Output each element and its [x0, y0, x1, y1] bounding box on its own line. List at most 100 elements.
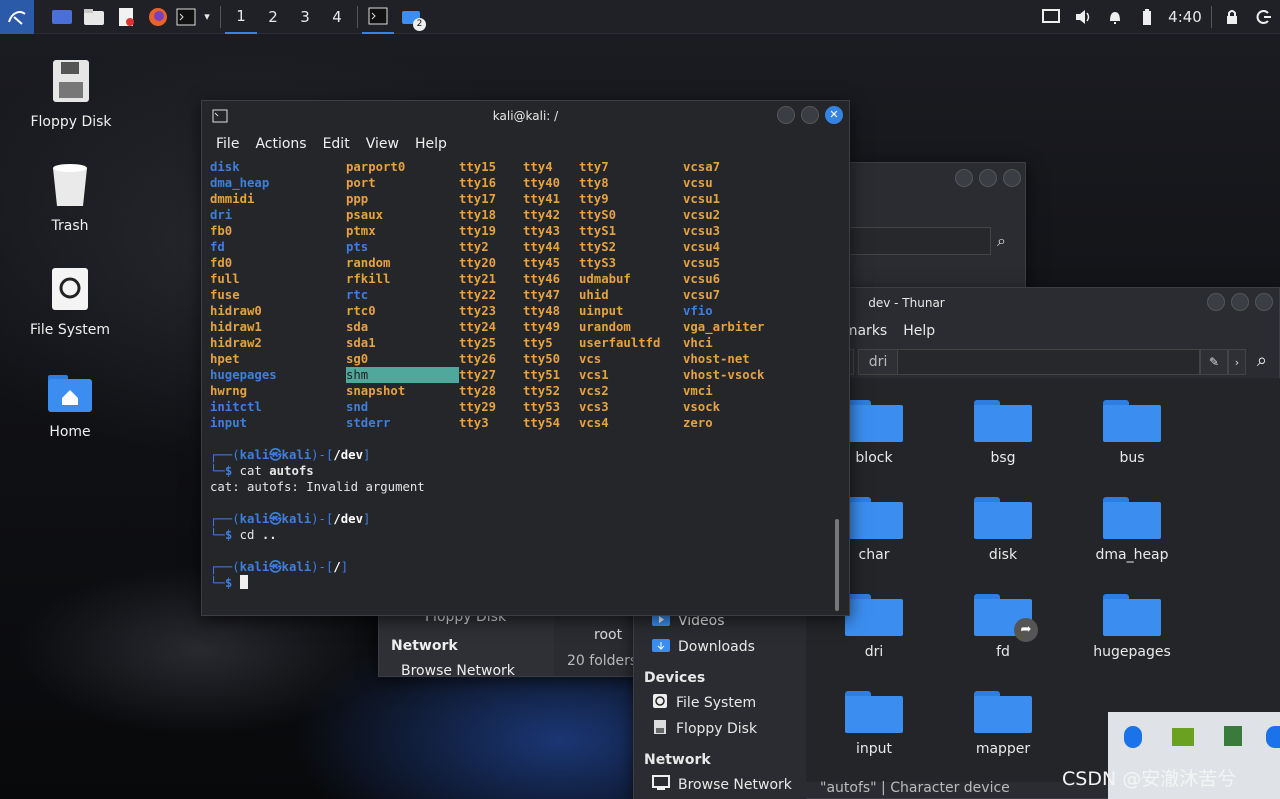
folder-bus[interactable]: bus [1077, 400, 1187, 466]
desktop-file-system[interactable]: File System [15, 266, 125, 338]
sidebar-item-browse-network[interactable]: Browse Network [634, 772, 806, 798]
clock[interactable]: 4:40 [1163, 0, 1207, 34]
ls-entry: vga_arbiter [683, 320, 765, 334]
kali-menu-icon[interactable] [0, 0, 34, 34]
folder-dma-heap[interactable]: dma_heap [1077, 497, 1187, 563]
command-line: └─$ cat autofs [210, 464, 314, 478]
ls-entry: vcsu5 [683, 256, 721, 270]
menu-help[interactable]: Help [407, 136, 455, 152]
background-item-root[interactable]: root [594, 627, 622, 643]
maximize-button[interactable] [1231, 293, 1249, 311]
terminal-window[interactable]: kali@kali: / ✕ File Actions Edit View He… [201, 100, 850, 616]
chevron-down-icon[interactable]: ▾ [198, 0, 216, 34]
ls-entry: tty41 [523, 192, 561, 206]
folder-icon: ➦ [974, 594, 1038, 642]
workspace-1[interactable]: 1 [225, 0, 257, 34]
ls-entry: tty16 [459, 176, 497, 190]
ls-entry: tty15 [459, 160, 497, 174]
menu-edit[interactable]: Edit [315, 136, 358, 152]
volume-icon[interactable] [1067, 0, 1099, 34]
ls-entry: rtc0 [346, 304, 376, 318]
background-sidebar-browse-network[interactable]: Browse Network [401, 663, 515, 679]
workspace-2[interactable]: 2 [257, 0, 289, 34]
file-manager-icon[interactable] [78, 0, 110, 34]
minimize-button[interactable] [1207, 293, 1225, 311]
ls-entry: tty3 [459, 416, 489, 430]
display-icon[interactable] [1035, 0, 1067, 34]
close-button[interactable] [1003, 169, 1021, 187]
search-icon[interactable]: ⌕ [1257, 350, 1267, 371]
app-tray-icon[interactable] [1266, 726, 1280, 748]
chevron-right-icon[interactable]: › [1228, 349, 1246, 375]
menu-file[interactable]: File [208, 136, 247, 152]
bluetooth-icon[interactable] [1124, 726, 1142, 748]
menu-actions[interactable]: Actions [247, 136, 314, 152]
sync-icon[interactable] [1224, 726, 1242, 746]
ls-entry: uhid [579, 288, 609, 302]
folder-hugepages[interactable]: hugepages [1077, 594, 1187, 660]
show-desktop-icon[interactable] [46, 0, 78, 34]
desktop-icon-label: Floppy Disk [30, 114, 112, 130]
close-button[interactable] [1255, 293, 1273, 311]
workspace-3[interactable]: 3 [289, 0, 321, 34]
sidebar-item-label: Browse Network [678, 777, 792, 793]
menu-view[interactable]: View [358, 136, 407, 152]
maximize-button[interactable] [979, 169, 997, 187]
ls-entry: vcsa7 [683, 160, 721, 174]
text-editor-icon[interactable] [110, 0, 142, 34]
ls-entry: vmci [683, 384, 713, 398]
prompt-line: ┌──(kali㉿kali)-[/dev] [210, 512, 371, 526]
terminal-menubar: File Actions Edit View Help [202, 131, 849, 157]
floppy-disk-icon [652, 719, 668, 739]
sidebar-devices-heading: Devices [644, 670, 706, 686]
nvidia-icon[interactable] [1172, 728, 1194, 746]
terminal-scrollbar[interactable] [835, 519, 839, 611]
folder-input[interactable]: input [819, 691, 929, 757]
terminal-output[interactable]: disk parport0 tty15 tty4 tty7 vcsa7 dma_heap po… [210, 159, 830, 609]
ls-entry: tty26 [459, 352, 497, 366]
close-button[interactable]: ✕ [825, 106, 843, 124]
folder-bsg[interactable]: bsg [948, 400, 1058, 466]
ls-entry: input [210, 416, 248, 430]
battery-icon[interactable] [1131, 0, 1163, 34]
window-count-badge: 2 [413, 17, 426, 31]
breadcrumb: dev dri ✎ › [806, 346, 1246, 378]
menu-help[interactable]: Help [903, 323, 935, 339]
terminal-titlebar[interactable]: kali@kali: / ✕ [202, 101, 849, 131]
minimize-button[interactable] [777, 106, 795, 124]
ls-entry: fd0 [210, 256, 233, 270]
folder-disk[interactable]: disk [948, 497, 1058, 563]
ls-entry: snd [346, 400, 369, 414]
ls-entry: rtc [346, 288, 369, 302]
folder-fd[interactable]: ➦ fd [948, 594, 1058, 660]
desktop-floppy-disk[interactable]: Floppy Disk [16, 58, 126, 130]
workspace-4[interactable]: 4 [321, 0, 353, 34]
ls-entry: vhost-vsock [683, 368, 765, 382]
maximize-button[interactable] [801, 106, 819, 124]
taskbar-thunar-icon[interactable]: 2 [394, 0, 430, 34]
minimize-button[interactable] [955, 169, 973, 187]
ls-entry: tty20 [459, 256, 497, 270]
logout-icon[interactable] [1248, 0, 1280, 34]
terminal-launcher-icon[interactable] [174, 0, 198, 34]
search-icon[interactable]: ⌕ [997, 231, 1006, 251]
desktop-home[interactable]: Home [15, 374, 125, 440]
lock-icon[interactable] [1216, 0, 1248, 34]
folder-icon [845, 497, 903, 539]
firefox-icon[interactable] [142, 0, 174, 34]
breadcrumb-dri[interactable]: dri [857, 349, 899, 375]
taskbar-terminal-icon[interactable] [362, 0, 394, 34]
sidebar-item-downloads[interactable]: Downloads [634, 634, 806, 660]
notification-bell-icon[interactable] [1099, 0, 1131, 34]
folder-mapper[interactable]: mapper [948, 691, 1058, 757]
sidebar-item-floppy-disk[interactable]: Floppy Disk [634, 716, 806, 742]
ls-entry: vcsu7 [683, 288, 721, 302]
sidebar-item-file-system[interactable]: File System [634, 690, 806, 716]
ls-entry: fuse [210, 288, 240, 302]
ls-entry: vcsu [683, 176, 713, 190]
desktop-trash[interactable]: Trash [15, 162, 125, 234]
edit-location-icon[interactable]: ✎ [1200, 349, 1228, 375]
background-location-bar[interactable] [841, 227, 991, 255]
watermark: CSDN @安澈沐苦兮 [1062, 768, 1237, 790]
panel-tray: 4:40 [1035, 0, 1280, 34]
